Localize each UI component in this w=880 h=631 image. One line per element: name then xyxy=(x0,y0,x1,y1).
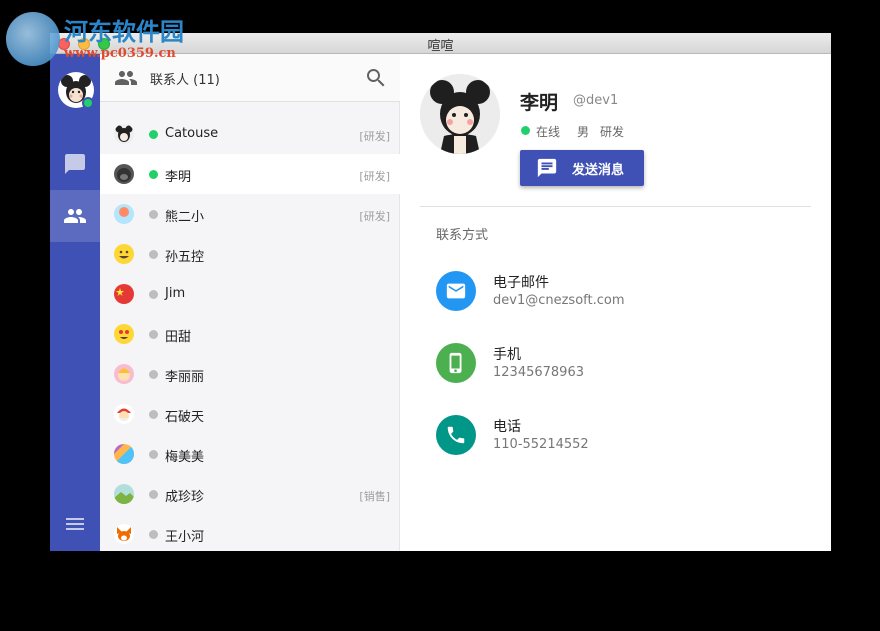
contact-row[interactable]: 石破天 xyxy=(100,394,400,434)
menu-button[interactable] xyxy=(50,498,100,550)
contact-row-avatar xyxy=(114,484,134,504)
online-indicator xyxy=(82,97,94,109)
email-method[interactable]: 电子邮件 dev1@cnezsoft.com xyxy=(436,271,816,313)
contact-detail-pane: 李明 @dev1 在线 男 研发 发送消息 联系方式 电子邮件 dev1@cne… xyxy=(400,54,831,551)
contact-name: 李明 xyxy=(520,92,559,114)
phone-icon xyxy=(436,415,476,455)
contact-row[interactable]: 熊二小 [研发] xyxy=(100,194,400,234)
contact-row-name: 熊二小 xyxy=(165,210,205,225)
contact-methods-title: 联系方式 xyxy=(436,228,489,243)
contact-row-avatar xyxy=(114,444,134,464)
email-label: 电子邮件 xyxy=(493,275,549,291)
contact-gender: 男 xyxy=(577,125,590,139)
contact-row[interactable]: 孙五控 xyxy=(100,234,400,274)
contact-list-pane: 联系人 (11) Catouse [研发] 李明 [研发] 熊二小 [研发] 孙五控 Jim 田… xyxy=(100,54,400,551)
people-icon xyxy=(64,209,86,223)
contact-row-dept-tag: [研发] xyxy=(359,130,390,143)
contact-row-dept-tag: [销售] xyxy=(359,490,390,503)
menu-icon xyxy=(66,518,84,530)
contact-row-name: 孙五控 xyxy=(165,250,205,265)
contact-row-name: 李丽丽 xyxy=(165,370,205,385)
chat-nav-button[interactable] xyxy=(50,138,100,190)
send-message-label: 发送消息 xyxy=(572,163,625,178)
presence-dot xyxy=(149,210,158,219)
contact-row[interactable]: Catouse [研发] xyxy=(100,114,400,154)
watermark-logo-icon xyxy=(6,12,60,66)
presence-dot xyxy=(149,170,158,179)
mobile-label: 手机 xyxy=(493,347,521,363)
nav-rail xyxy=(50,54,100,551)
contact-row[interactable]: 李丽丽 xyxy=(100,354,400,394)
mobile-method[interactable]: 手机 12345678963 xyxy=(436,343,816,385)
contact-list-header: 联系人 (11) xyxy=(100,54,400,102)
contact-row-name: 石破天 xyxy=(165,410,205,425)
email-icon xyxy=(436,271,476,311)
contact-list-title: 联系人 (11) xyxy=(150,73,220,88)
message-icon xyxy=(537,158,557,178)
presence-dot xyxy=(149,530,158,539)
contact-row-name: 田甜 xyxy=(165,330,192,345)
presence-dot xyxy=(149,370,158,379)
contact-row[interactable]: 梅美美 xyxy=(100,434,400,474)
contact-dept: 研发 xyxy=(600,125,625,139)
contact-row-avatar xyxy=(114,404,134,424)
contact-row-name: Catouse xyxy=(165,126,219,141)
contact-row-name: 李明 xyxy=(165,170,192,185)
presence-dot xyxy=(149,450,158,459)
mobile-value[interactable]: 12345678963 xyxy=(493,365,584,380)
contact-row-dept-tag: [研发] xyxy=(359,170,390,183)
contact-row-avatar xyxy=(114,324,134,344)
mobile-icon xyxy=(436,343,476,383)
phone-value[interactable]: 110-55214552 xyxy=(493,437,589,452)
contact-row-avatar xyxy=(114,364,134,384)
contact-row-name: Jim xyxy=(165,286,186,301)
contact-row-name: 成珍珍 xyxy=(165,490,205,505)
contact-row-avatar xyxy=(114,244,134,264)
send-message-button[interactable]: 发送消息 xyxy=(520,150,644,186)
contact-row-avatar xyxy=(114,284,134,304)
contact-row[interactable]: 李明 [研发] xyxy=(100,154,400,194)
contact-row[interactable]: 成珍珍 [销售] xyxy=(100,474,400,514)
contact-row[interactable]: 王小河 xyxy=(100,514,400,551)
contact-row-avatar xyxy=(114,524,134,544)
contact-handle: @dev1 xyxy=(573,93,619,108)
contact-row-avatar xyxy=(114,164,134,184)
presence-dot xyxy=(149,130,158,139)
contact-row-avatar xyxy=(114,124,134,144)
watermark-url: www.pc0359.cn xyxy=(64,46,176,61)
contact-row[interactable]: 田甜 xyxy=(100,314,400,354)
watermark-name: 河东软件园 xyxy=(64,17,184,46)
presence-dot xyxy=(149,410,158,419)
contact-row-name: 王小河 xyxy=(165,530,205,545)
search-icon[interactable] xyxy=(364,66,388,90)
phone-method[interactable]: 电话 110-55214552 xyxy=(436,415,816,457)
presence-dot xyxy=(149,330,158,339)
contact-row-name: 梅美美 xyxy=(165,450,205,465)
presence-dot xyxy=(149,490,158,499)
divider xyxy=(420,206,811,207)
phone-label: 电话 xyxy=(493,419,521,435)
people-icon xyxy=(115,71,137,85)
chat-icon xyxy=(65,154,85,174)
presence-dot xyxy=(149,290,158,299)
contact-row-dept-tag: [研发] xyxy=(359,210,390,223)
status-indicator xyxy=(521,126,530,135)
contacts-nav-button[interactable] xyxy=(50,190,100,242)
contact-avatar xyxy=(420,74,500,154)
contact-status: 在线 xyxy=(536,125,561,139)
contact-row-avatar xyxy=(114,204,134,224)
presence-dot xyxy=(149,250,158,259)
email-value[interactable]: dev1@cnezsoft.com xyxy=(493,293,625,308)
contact-row[interactable]: Jim xyxy=(100,274,400,314)
app-window: 喧喧 联系人 (11) Catouse [研发] 李明 [研发] 熊二小 [研发… xyxy=(50,33,831,551)
